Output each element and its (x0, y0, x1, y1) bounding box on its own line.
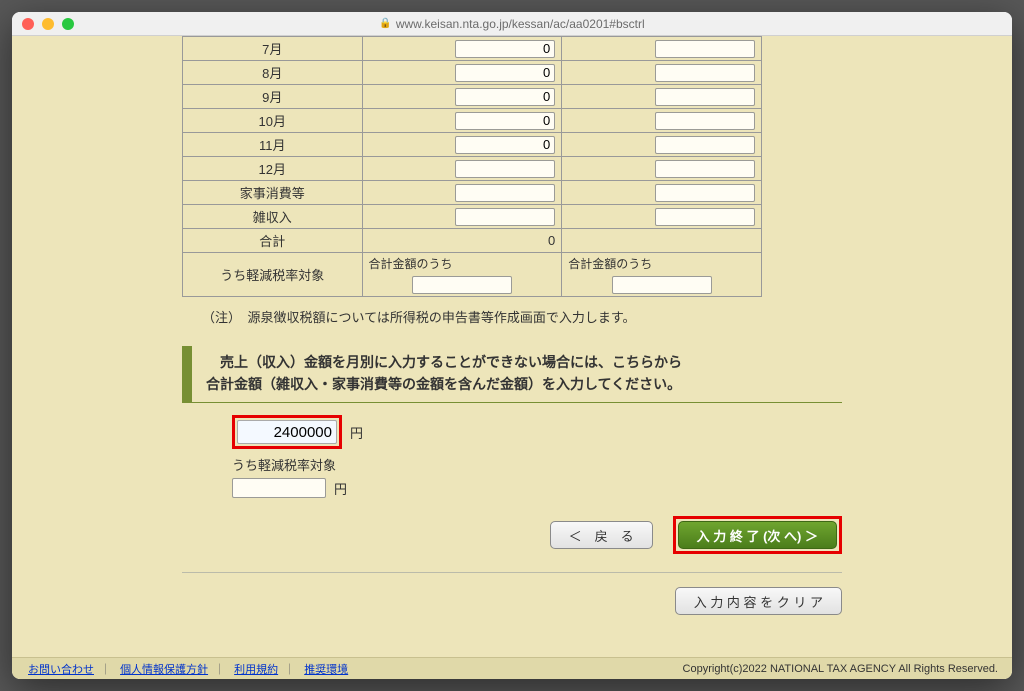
household-sub-input[interactable] (655, 184, 755, 202)
month-label: 8月 (183, 61, 363, 85)
sub-total-label: 合計金額のうち (369, 255, 556, 272)
month-input-oct[interactable] (455, 112, 555, 130)
section-heading: 売上（収入）金額を月別に入力することができない場合には、こちらから 合計金額（雑… (182, 346, 842, 403)
table-row: 9月 (183, 85, 762, 109)
section-line2: 合計金額（雑収入・家事消費等の金額を含んだ金額）を入力してください。 (206, 374, 832, 394)
month-sub-input[interactable] (655, 64, 755, 82)
sub-tax-amount-input[interactable] (232, 478, 326, 498)
footer-link-privacy[interactable]: 個人情報保護方針 (120, 664, 208, 676)
value-cell (362, 37, 562, 61)
clear-row: 入 力 内 容 を ク リ ア (182, 573, 842, 635)
total-row: 合計 0 (183, 229, 762, 253)
next-button[interactable]: 入 力 終 了 (次 へ) ＞ (678, 521, 837, 549)
table-row: 8月 (183, 61, 762, 85)
monthly-table: 7月 8月 9月 10月 (182, 36, 762, 297)
month-input-sep[interactable] (455, 88, 555, 106)
table-row: 12月 (183, 157, 762, 181)
month-sub-input[interactable] (655, 136, 755, 154)
footer-link-terms[interactable]: 利用規約 (234, 664, 278, 676)
sub-total-input-2[interactable] (612, 276, 712, 294)
table-row: 雑収入 (183, 205, 762, 229)
month-label: 7月 (183, 37, 363, 61)
footer-link-contact[interactable]: お問い合わせ (28, 664, 94, 676)
month-input-dec[interactable] (455, 160, 555, 178)
table-row: 10月 (183, 109, 762, 133)
month-input-aug[interactable] (455, 64, 555, 82)
page-content: 7月 8月 9月 10月 (12, 36, 1012, 679)
total-label: 合計 (183, 229, 363, 253)
row-label: 家事消費等 (183, 181, 363, 205)
highlight-box: 入 力 終 了 (次 へ) ＞ (673, 516, 842, 554)
month-sub-input[interactable] (655, 160, 755, 178)
month-label: 12月 (183, 157, 363, 181)
total-value: 0 (362, 229, 562, 253)
month-label: 10月 (183, 109, 363, 133)
month-label: 11月 (183, 133, 363, 157)
back-button[interactable]: ＜ 戻 る (550, 521, 653, 549)
close-icon[interactable] (22, 18, 34, 30)
total-amount-input[interactable] (237, 420, 337, 444)
unit-label: 円 (334, 479, 347, 498)
button-row: ＜ 戻 る 入 力 終 了 (次 へ) ＞ (182, 504, 842, 573)
unit-label: 円 (350, 423, 363, 442)
maximize-icon[interactable] (62, 18, 74, 30)
table-row: 7月 (183, 37, 762, 61)
traffic-lights (22, 18, 74, 30)
footer: お問い合わせ｜ 個人情報保護方針｜ 利用規約｜ 推奨環境 Copyright(c… (12, 657, 1012, 679)
url-text: www.keisan.nta.go.jp/kessan/ac/aa0201#bs… (396, 17, 645, 31)
month-sub-input[interactable] (655, 88, 755, 106)
month-sub-input[interactable] (655, 112, 755, 130)
url-bar[interactable]: 🔒 www.keisan.nta.go.jp/kessan/ac/aa0201#… (379, 17, 644, 31)
table-row: 家事消費等 (183, 181, 762, 205)
sub-total-input-1[interactable] (412, 276, 512, 294)
month-sub-input[interactable] (655, 40, 755, 58)
sub-cell (562, 37, 762, 61)
table-row: 11月 (183, 133, 762, 157)
sub-total-label: 合計金額のうち (568, 255, 755, 272)
sub-tax-label: うち軽減税率対象 (183, 253, 363, 297)
copyright-text: Copyright(c)2022 NATIONAL TAX AGENCY All… (683, 663, 998, 675)
sub-total-cell: 合計金額のうち (562, 253, 762, 297)
highlight-box (232, 415, 342, 449)
clear-button[interactable]: 入 力 内 容 を ク リ ア (675, 587, 842, 615)
lock-icon: 🔒 (379, 18, 391, 29)
minimize-icon[interactable] (42, 18, 54, 30)
month-input-nov[interactable] (455, 136, 555, 154)
titlebar: 🔒 www.keisan.nta.go.jp/kessan/ac/aa0201#… (12, 12, 1012, 36)
section-line1: 売上（収入）金額を月別に入力することができない場合には、こちらから (206, 352, 832, 372)
row-label: 雑収入 (183, 205, 363, 229)
misc-input[interactable] (455, 208, 555, 226)
footer-link-env[interactable]: 推奨環境 (304, 664, 348, 676)
misc-sub-input[interactable] (655, 208, 755, 226)
table-note: （注） 源泉徴収税額については所得税の申告書等作成画面で入力します。 (202, 307, 862, 326)
total-sub (562, 229, 762, 253)
app-window: 🔒 www.keisan.nta.go.jp/kessan/ac/aa0201#… (12, 12, 1012, 679)
sub-tax-row: うち軽減税率対象 合計金額のうち 合計金額のうち (183, 253, 762, 297)
sub-tax-amount-row: 円 (232, 478, 862, 498)
amount-sub-tax-label: うち軽減税率対象 (232, 455, 862, 474)
month-label: 9月 (183, 85, 363, 109)
sub-total-cell: 合計金額のうち (362, 253, 562, 297)
total-amount-row: 円 (232, 415, 862, 449)
household-input[interactable] (455, 184, 555, 202)
footer-links: お問い合わせ｜ 個人情報保護方針｜ 利用規約｜ 推奨環境 (26, 661, 350, 677)
month-input-jul[interactable] (455, 40, 555, 58)
